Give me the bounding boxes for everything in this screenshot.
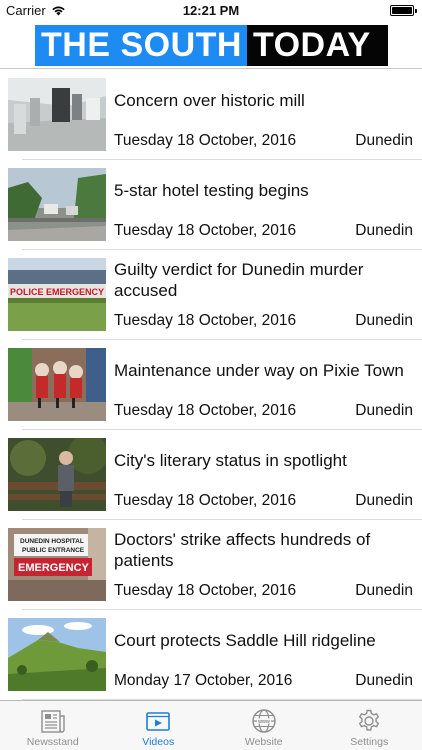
article-title: Maintenance under way on Pixie Town <box>114 361 404 380</box>
tab-settings[interactable]: Settings <box>317 701 422 750</box>
tab-label: Videos <box>142 736 175 748</box>
article-list[interactable]: Concern over historic mill Tuesday 18 Oc… <box>0 70 422 700</box>
article-thumbnail: DUNEDIN HOSPITAL PUBLIC ENTRANCE EMERGEN… <box>8 528 106 601</box>
article-title: Concern over historic mill <box>114 91 305 110</box>
svg-text:www: www <box>257 719 270 725</box>
globe-icon: www <box>252 709 276 733</box>
article-location: Dunedin <box>355 492 413 509</box>
article-title: Court protects Saddle Hill ridgeline <box>114 631 376 650</box>
tab-label: Website <box>244 736 283 748</box>
article-thumbnail <box>8 348 106 421</box>
article-location: Dunedin <box>355 222 413 239</box>
article-location: Dunedin <box>355 402 413 419</box>
app-logo: THE SOUTH TODAY <box>35 25 388 66</box>
article-thumbnail <box>8 78 106 151</box>
article-date: Tuesday 18 October, 2016 <box>114 222 297 239</box>
article-title: Guilty verdict for Dunedin murder accuse… <box>114 260 364 300</box>
article-thumbnail <box>8 618 106 691</box>
newspaper-icon <box>41 710 65 733</box>
battery-icon <box>390 5 417 16</box>
article-row[interactable]: POLICE EMERGENCY Guilty verdict for Dune… <box>0 250 422 340</box>
app-header: THE SOUTH TODAY <box>0 22 422 69</box>
article-title: 5-star hotel testing begins <box>114 181 309 200</box>
article-thumbnail: POLICE EMERGENCY <box>8 258 106 331</box>
article-row[interactable]: Concern over historic mill Tuesday 18 Oc… <box>0 70 422 160</box>
status-time: 12:21 PM <box>182 3 240 18</box>
article-row[interactable]: DUNEDIN HOSPITAL PUBLIC ENTRANCE EMERGEN… <box>0 520 422 610</box>
hospital-sign-line1: DUNEDIN HOSPITAL <box>20 538 84 545</box>
logo-text-primary: THE SOUTH <box>35 25 247 66</box>
article-location: Dunedin <box>355 672 413 689</box>
article-date: Monday 17 October, 2016 <box>114 672 293 689</box>
tab-label: Newsstand <box>26 736 79 748</box>
article-row[interactable]: Court protects Saddle Hill ridgeline Mon… <box>0 610 422 700</box>
article-date: Tuesday 18 October, 2016 <box>114 402 297 419</box>
hospital-sign-line2: PUBLIC ENTRANCE <box>22 547 85 554</box>
article-row[interactable]: Maintenance under way on Pixie Town Tues… <box>0 340 422 430</box>
tab-label: Settings <box>350 736 389 748</box>
article-title: Doctors' strike affects hundreds of pati… <box>114 530 371 570</box>
tab-website[interactable]: www Website <box>211 701 317 750</box>
logo-text-secondary: TODAY <box>246 25 388 66</box>
article-location: Dunedin <box>355 132 413 149</box>
article-row[interactable]: City's literary status in spotlight Tues… <box>0 430 422 520</box>
police-sign-text: POLICE EMERGENCY <box>10 287 104 297</box>
gear-icon <box>359 709 380 731</box>
tab-bar: Newsstand Videos www Website Settings <box>0 700 422 750</box>
video-icon <box>146 712 171 731</box>
status-bar: Carrier 12:21 PM <box>0 0 422 22</box>
article-thumbnail <box>8 438 106 511</box>
article-date: Tuesday 18 October, 2016 <box>114 312 297 329</box>
article-date: Tuesday 18 October, 2016 <box>114 132 297 149</box>
tab-videos[interactable]: Videos <box>106 701 212 750</box>
article-location: Dunedin <box>355 582 413 599</box>
emergency-sign-text: EMERGENCY <box>18 562 90 574</box>
article-row[interactable]: 5-star hotel testing begins Tuesday 18 O… <box>0 160 422 250</box>
article-location: Dunedin <box>355 312 413 329</box>
article-title: City's literary status in spotlight <box>114 451 347 470</box>
article-date: Tuesday 18 October, 2016 <box>114 582 297 599</box>
tab-newsstand[interactable]: Newsstand <box>0 701 106 750</box>
article-date: Tuesday 18 October, 2016 <box>114 492 297 509</box>
article-thumbnail <box>8 168 106 241</box>
